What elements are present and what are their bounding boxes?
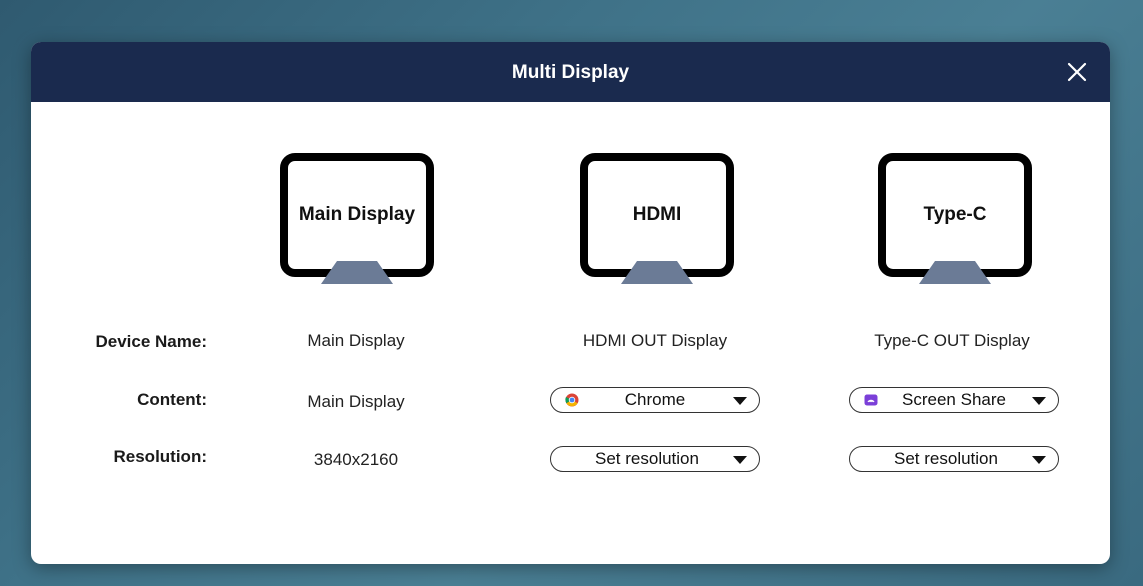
monitor-main-display[interactable]: Main Display (280, 153, 434, 284)
resolution-select-type-c[interactable]: Set resolution (849, 446, 1059, 472)
close-icon[interactable] (1062, 57, 1092, 87)
monitor-type-c[interactable]: Type-C (878, 153, 1032, 284)
resolution-select-value: Set resolution (894, 449, 998, 468)
monitor-label: Type-C (923, 204, 987, 225)
monitor-screen: Main Display (280, 153, 434, 277)
content-select-value: Chrome (624, 390, 686, 409)
resolution-select-hdmi[interactable]: Set resolution (550, 446, 760, 472)
screen-share-icon (864, 394, 878, 406)
monitor-screen: Type-C (878, 153, 1032, 277)
monitor-stand-icon (621, 261, 693, 284)
multi-display-dialog: Multi Display Main Display HDMI Type-C D… (31, 42, 1110, 564)
monitor-stand-icon (321, 261, 393, 284)
monitor-stand-icon (919, 261, 991, 284)
device-name-label: Device Name: (95, 332, 207, 351)
chevron-down-icon (733, 397, 747, 405)
content-select-type-c[interactable]: Screen Share (849, 387, 1059, 413)
chevron-down-icon (1032, 456, 1046, 464)
chevron-down-icon (733, 456, 747, 464)
dialog-titlebar: Multi Display (31, 42, 1110, 102)
dialog-title: Multi Display (511, 62, 630, 83)
monitor-label: Main Display (298, 204, 416, 225)
chevron-down-icon (1032, 397, 1046, 405)
monitor-label: HDMI (632, 204, 682, 225)
chrome-icon (565, 393, 579, 407)
resolution-main: 3840x2160 (313, 450, 399, 469)
device-name-main: Main Display (307, 331, 405, 350)
monitor-hdmi[interactable]: HDMI (580, 153, 734, 284)
content-select-hdmi[interactable]: Chrome (550, 387, 760, 413)
device-name-hdmi: HDMI OUT Display (582, 331, 728, 350)
content-select-value: Screen Share (902, 390, 1006, 409)
device-name-type-c: Type-C OUT Display (874, 331, 1030, 350)
monitor-screen: HDMI (580, 153, 734, 277)
content-label: Content: (137, 390, 207, 409)
resolution-label: Resolution: (113, 447, 208, 466)
content-main: Main Display (307, 392, 405, 411)
resolution-select-value: Set resolution (595, 449, 699, 468)
